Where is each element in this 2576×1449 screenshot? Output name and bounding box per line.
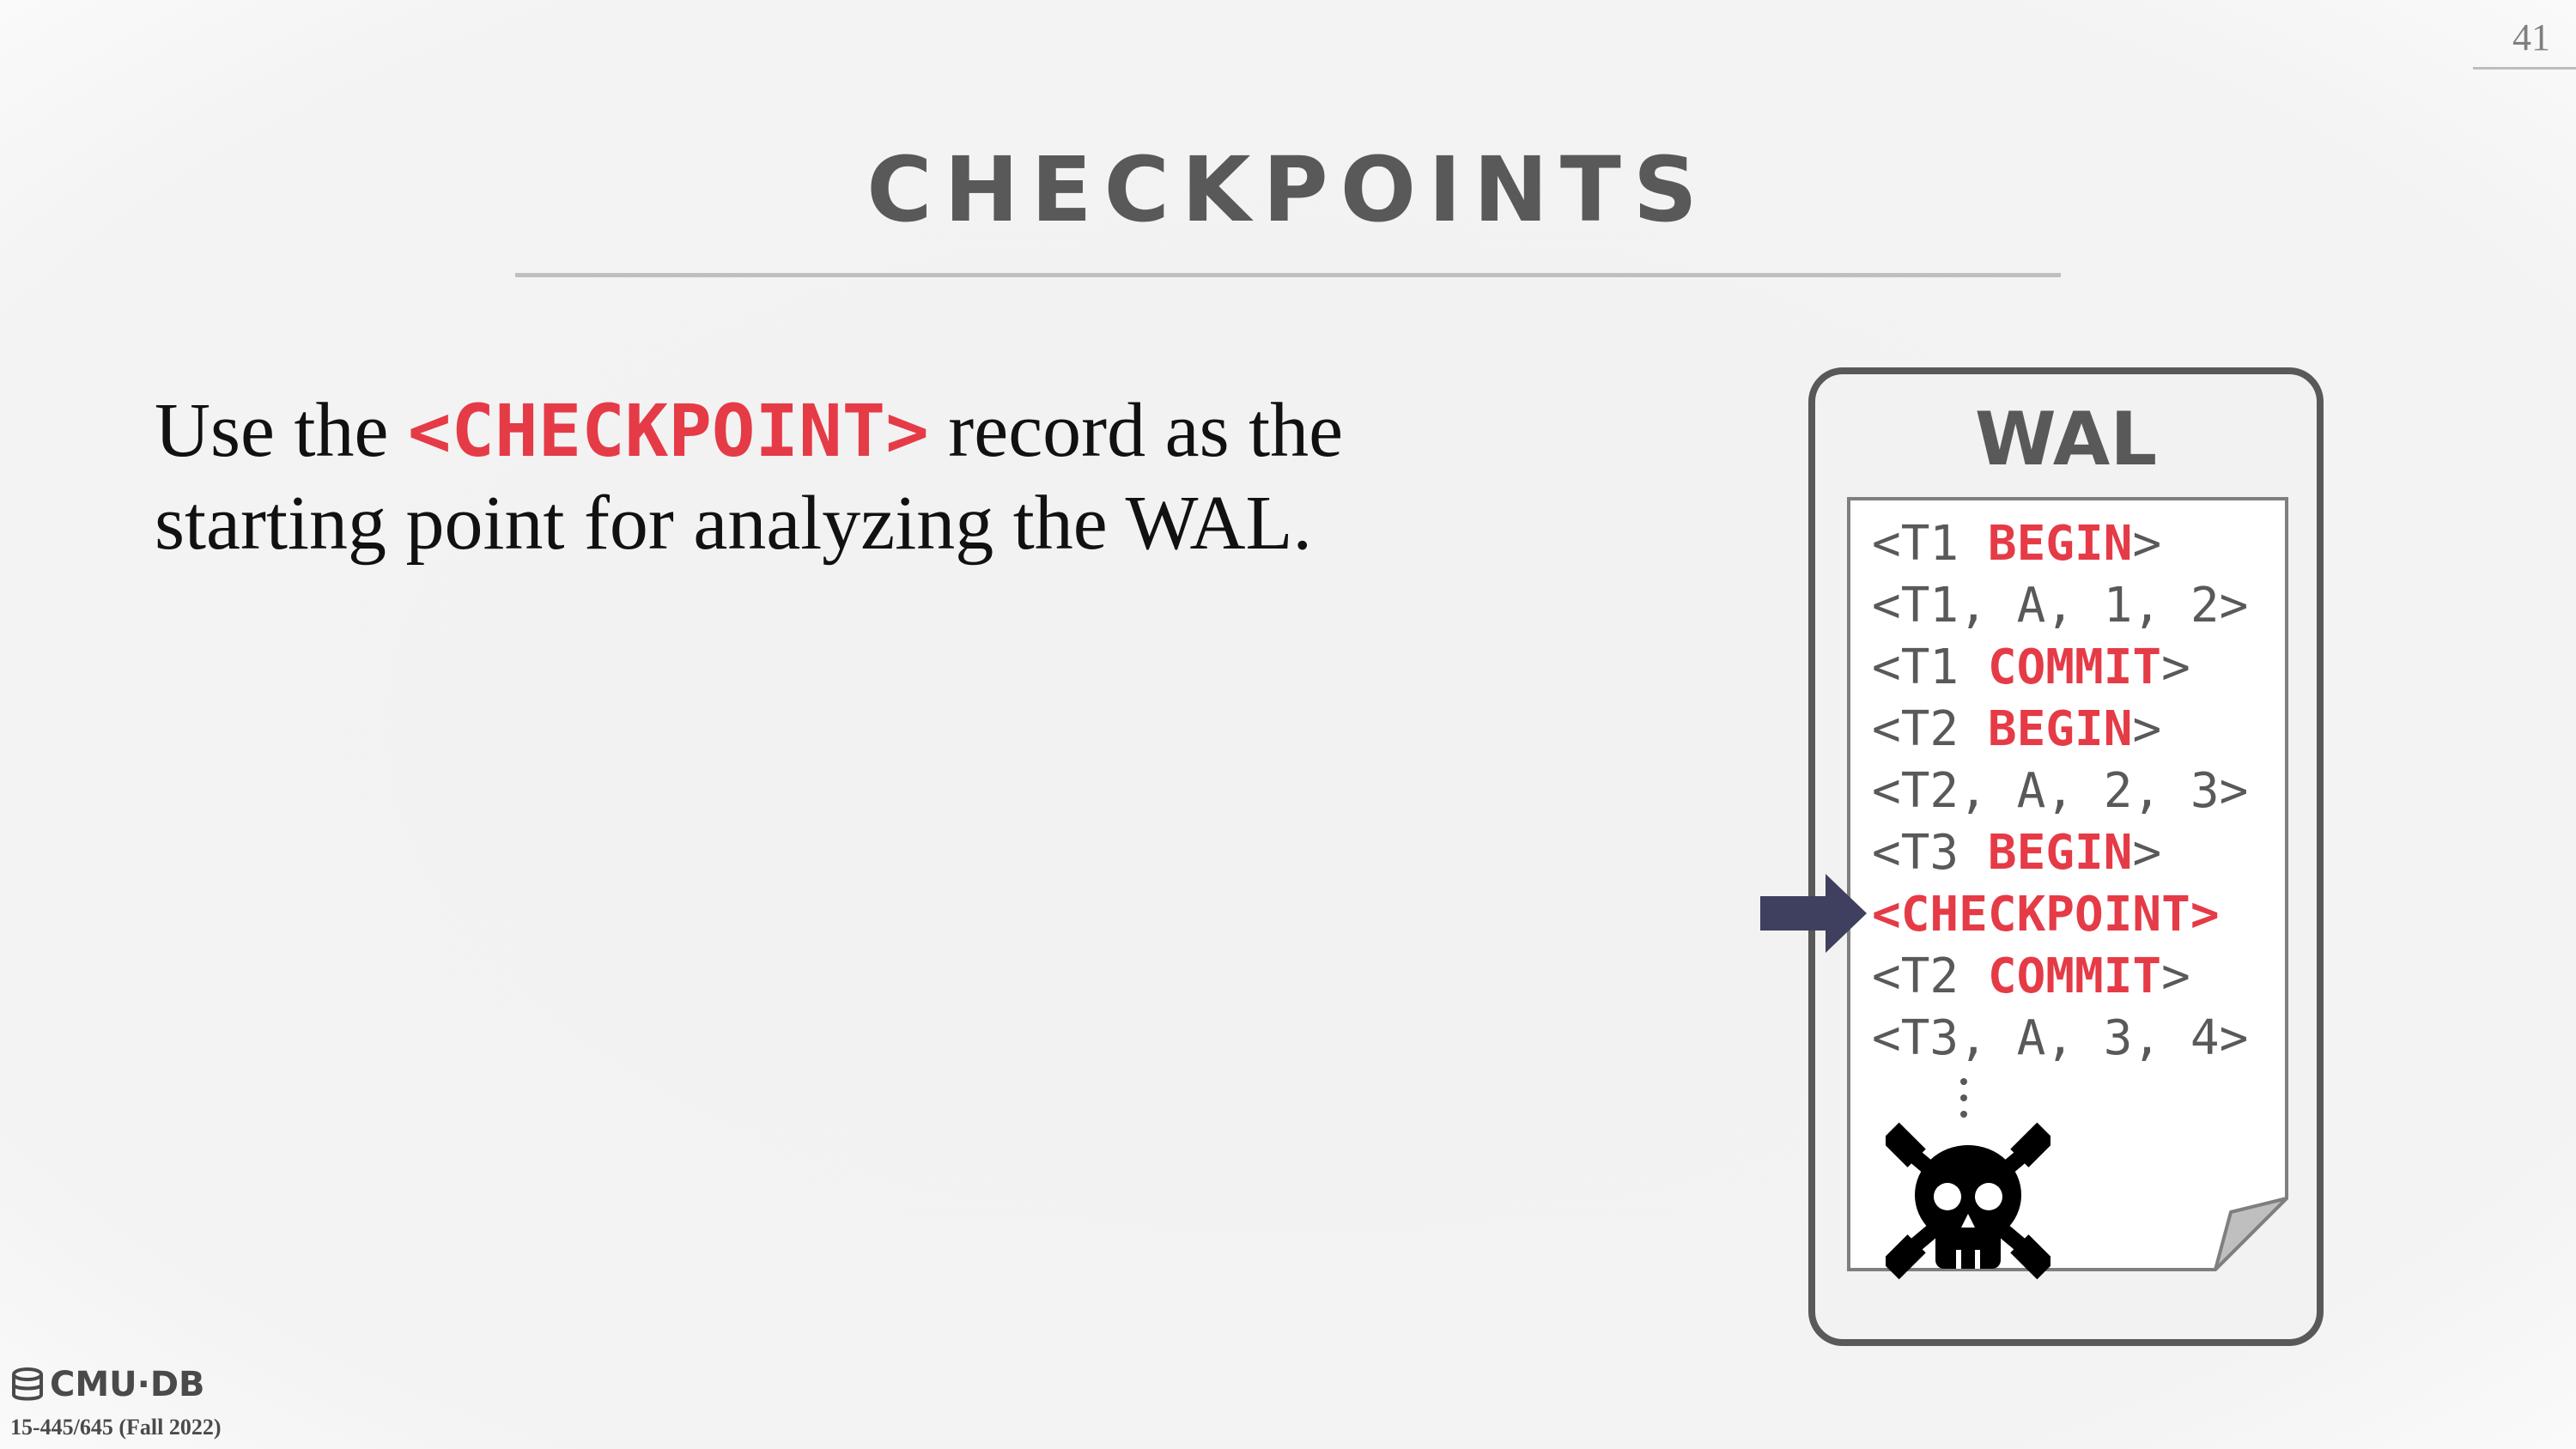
page-number: 41 xyxy=(2512,16,2550,58)
wal-entry-6: <T3 BEGIN> xyxy=(1872,825,2162,881)
wal-entry-1: <T1 BEGIN> xyxy=(1872,516,2162,572)
slide: 41 CHECKPOINTS Use the <CHECKPOINT> reco… xyxy=(0,0,2576,1449)
title-underline xyxy=(515,273,2061,277)
wal-entry-4: <T2 BEGIN> xyxy=(1872,701,2162,757)
body-suffix: record as the xyxy=(928,388,1344,473)
wal-title: WAL xyxy=(1974,397,2158,482)
logo-text: CMU·DB xyxy=(50,1365,205,1404)
skull-crossbones-icon xyxy=(1886,1122,2050,1280)
wal-entry-checkpoint: <CHECKPOINT> xyxy=(1872,887,2220,943)
slide-title: CHECKPOINTS xyxy=(866,137,1710,242)
course-label: 15-445/645 (Fall 2022) xyxy=(10,1415,222,1440)
body-line-2: starting point for analyzing the WAL. xyxy=(155,481,1313,566)
right-arrow-icon xyxy=(1760,874,1867,953)
wal-entry-2: <T1, A, 1, 2> xyxy=(1872,578,2249,634)
wal-entry-5: <T2, A, 2, 3> xyxy=(1872,763,2249,819)
ellipsis-icon xyxy=(1960,1078,1967,1118)
wal-entry-3: <T1 COMMIT> xyxy=(1872,640,2190,695)
database-icon xyxy=(12,1367,43,1401)
wal-entry-8: <T2 COMMIT> xyxy=(1872,949,2190,1004)
page-number-rule xyxy=(2473,67,2576,70)
body-text: Use the <CHECKPOINT> record as the start… xyxy=(155,385,1528,570)
body-prefix: Use the xyxy=(155,388,408,473)
wal-entry-9: <T3, A, 3, 4> xyxy=(1872,1010,2249,1066)
wal-log: <T1 BEGIN> <T1, A, 1, 2> <T1 COMMIT> <T2… xyxy=(1872,513,2248,1070)
body-code: <CHECKPOINT> xyxy=(407,389,929,473)
cmu-db-logo: CMU·DB xyxy=(10,1365,205,1404)
